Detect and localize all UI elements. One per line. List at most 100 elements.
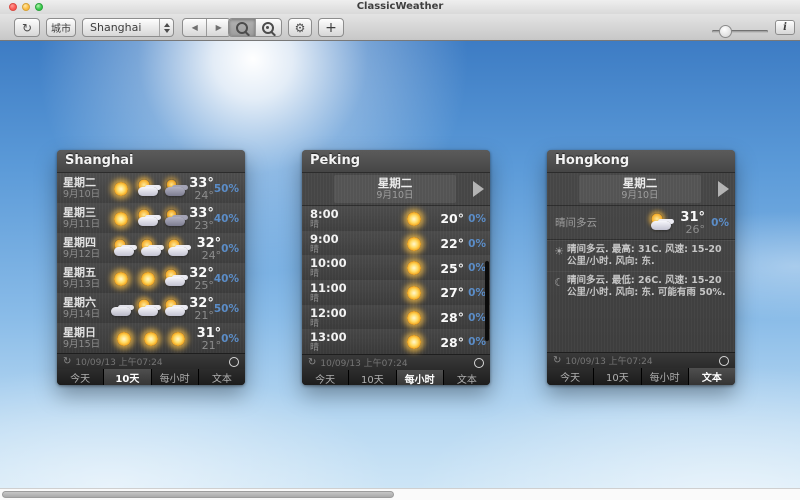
night-forecast-text: 晴间多云. 最低: 26C. 风速: 15-20 公里/小时. 风向: 东. 可… <box>567 275 729 299</box>
locate-icon[interactable] <box>719 356 729 366</box>
tab-text[interactable]: 文本 <box>688 368 735 385</box>
weather-icon <box>401 208 428 230</box>
forward-button[interactable]: ▶ <box>206 19 230 36</box>
weather-icon <box>165 328 192 350</box>
hour-label: 10:00 <box>310 257 366 269</box>
low-temp: 21° <box>194 340 221 351</box>
settings-button[interactable]: ⚙ <box>288 18 312 37</box>
precip-chance: 0% <box>464 238 486 250</box>
day-label: 星期三 <box>63 207 106 219</box>
day-selector-button[interactable]: 星期二 9月10日 <box>334 175 456 203</box>
size-slider[interactable] <box>712 30 768 33</box>
refresh-button[interactable]: ↻ <box>14 18 40 37</box>
horizontal-scrollbar[interactable] <box>0 488 800 500</box>
nav-segmented-control: ◀ ▶ <box>182 18 231 37</box>
hour-row[interactable]: 12:00 晴 28° 0% <box>302 305 490 330</box>
window-title: ClassicWeather <box>0 1 800 12</box>
sun-icon: ☀ <box>551 244 567 268</box>
refresh-icon[interactable]: ↻ <box>63 357 71 367</box>
precip-chance: 0% <box>464 336 486 348</box>
tab-today[interactable]: 今天 <box>302 370 348 385</box>
gear-icon: ⚙ <box>295 21 306 35</box>
back-button[interactable]: ◀ <box>183 19 206 36</box>
forecast-row[interactable]: 星期四 9月12日 32° 24° 0% <box>57 233 245 263</box>
hour-temp: 28° <box>428 335 464 350</box>
forward-icon: ▶ <box>216 24 222 32</box>
tab-10day[interactable]: 10天 <box>103 369 150 385</box>
tab-today[interactable]: 今天 <box>547 368 593 385</box>
date-label: 9月15日 <box>63 339 109 350</box>
last-updated: 10/09/13 上午07:24 <box>565 354 719 367</box>
tab-text[interactable]: 文本 <box>443 370 490 385</box>
next-day-arrow-icon[interactable] <box>718 181 729 197</box>
zoom-in-button[interactable] <box>255 19 281 36</box>
day-selector: 星期二 9月10日 <box>302 173 490 206</box>
city-button-label: 城市 <box>51 20 71 35</box>
toolbar: ↻ 城市 Shanghai ◀ ▶ ⚙ + i <box>0 14 800 41</box>
condition-label: 晴 <box>310 245 366 255</box>
panel-body: 星期二 9月10日 晴间多云 31° 26° 0% ☀ 晴间多云. 最高: 31… <box>547 173 735 352</box>
slider-knob[interactable] <box>719 25 732 38</box>
forecast-row[interactable]: 星期日 9月15日 31° 21° 0% <box>57 323 245 353</box>
refresh-icon[interactable]: ↻ <box>553 356 561 366</box>
condition-label: 晴 <box>310 269 366 279</box>
add-city-button[interactable]: + <box>318 18 344 37</box>
selected-day: 星期二 <box>334 177 456 190</box>
day-selector-button[interactable]: 星期二 9月10日 <box>579 175 701 203</box>
locate-icon[interactable] <box>474 358 484 368</box>
hour-temp: 25° <box>428 261 464 276</box>
refresh-icon[interactable]: ↻ <box>308 358 316 368</box>
locate-icon[interactable] <box>229 357 239 367</box>
info-button[interactable]: i <box>775 20 795 35</box>
forecast-row[interactable]: 星期二 9月10日 33° 24° 50% <box>57 173 245 203</box>
hour-row[interactable]: 13:00 晴 28° 0% <box>302 329 490 354</box>
hour-row[interactable]: 11:00 晴 27° 0% <box>302 280 490 305</box>
tab-hourly[interactable]: 每小时 <box>641 368 688 385</box>
city-select[interactable]: Shanghai <box>82 18 174 37</box>
weather-icon <box>162 298 189 320</box>
hour-temp: 28° <box>428 310 464 325</box>
precip-chance: 0% <box>464 213 486 225</box>
forecast-row[interactable]: 星期六 9月14日 32° 21° 50% <box>57 293 245 323</box>
precip-chance: 0% <box>464 312 486 324</box>
weather-icon <box>162 178 189 200</box>
zoom-out-button[interactable] <box>229 19 255 36</box>
current-conditions-row: 晴间多云 31° 26° 0% <box>547 206 735 240</box>
hour-label: 12:00 <box>310 307 366 319</box>
weather-icon <box>108 268 135 290</box>
hour-row[interactable]: 10:00 晴 25° 0% <box>302 255 490 280</box>
tab-text[interactable]: 文本 <box>198 369 245 385</box>
city-button[interactable]: 城市 <box>46 18 76 37</box>
tab-hourly[interactable]: 每小时 <box>396 370 443 385</box>
forecast-row[interactable]: 星期三 9月11日 33° 23° 40% <box>57 203 245 233</box>
next-day-arrow-icon[interactable] <box>473 181 484 197</box>
weather-icon <box>135 208 162 230</box>
day-label: 星期日 <box>63 327 109 339</box>
moon-icon: ☾ <box>551 275 567 299</box>
forecast-row[interactable]: 星期五 9月13日 32° 25° 40% <box>57 263 245 293</box>
weather-icon <box>165 238 192 260</box>
panel-tab-bar: 今天 10天 每小时 文本 <box>547 368 735 385</box>
panel-footer: ↻ 10/09/13 上午07:24 <box>302 354 490 370</box>
hour-label: 11:00 <box>310 282 366 294</box>
tab-10day[interactable]: 10天 <box>348 370 395 385</box>
tab-today[interactable]: 今天 <box>57 369 103 385</box>
tab-10day[interactable]: 10天 <box>593 368 640 385</box>
hour-row[interactable]: 9:00 晴 22° 0% <box>302 231 490 256</box>
magnifier-icon <box>236 22 248 34</box>
condition-label: 晴 <box>310 319 366 329</box>
panel-tab-bar: 今天 10天 每小时 文本 <box>57 369 245 385</box>
low-temp: 24° <box>189 190 214 201</box>
hour-row[interactable]: 8:00 晴 20° 0% <box>302 206 490 231</box>
precip-chance: 0% <box>705 217 731 229</box>
hour-label: 9:00 <box>310 233 366 245</box>
horizontal-scrollbar-thumb[interactable] <box>2 491 394 498</box>
weather-icon <box>135 298 162 320</box>
weather-icon <box>108 208 135 230</box>
panel-footer: ↻ 10/09/13 上午07:24 <box>57 353 245 369</box>
hour-temp: 27° <box>428 285 464 300</box>
panel-scrollbar[interactable] <box>485 261 489 341</box>
back-icon: ◀ <box>192 24 198 32</box>
tab-hourly[interactable]: 每小时 <box>151 369 198 385</box>
condition-label: 晴 <box>310 343 366 353</box>
